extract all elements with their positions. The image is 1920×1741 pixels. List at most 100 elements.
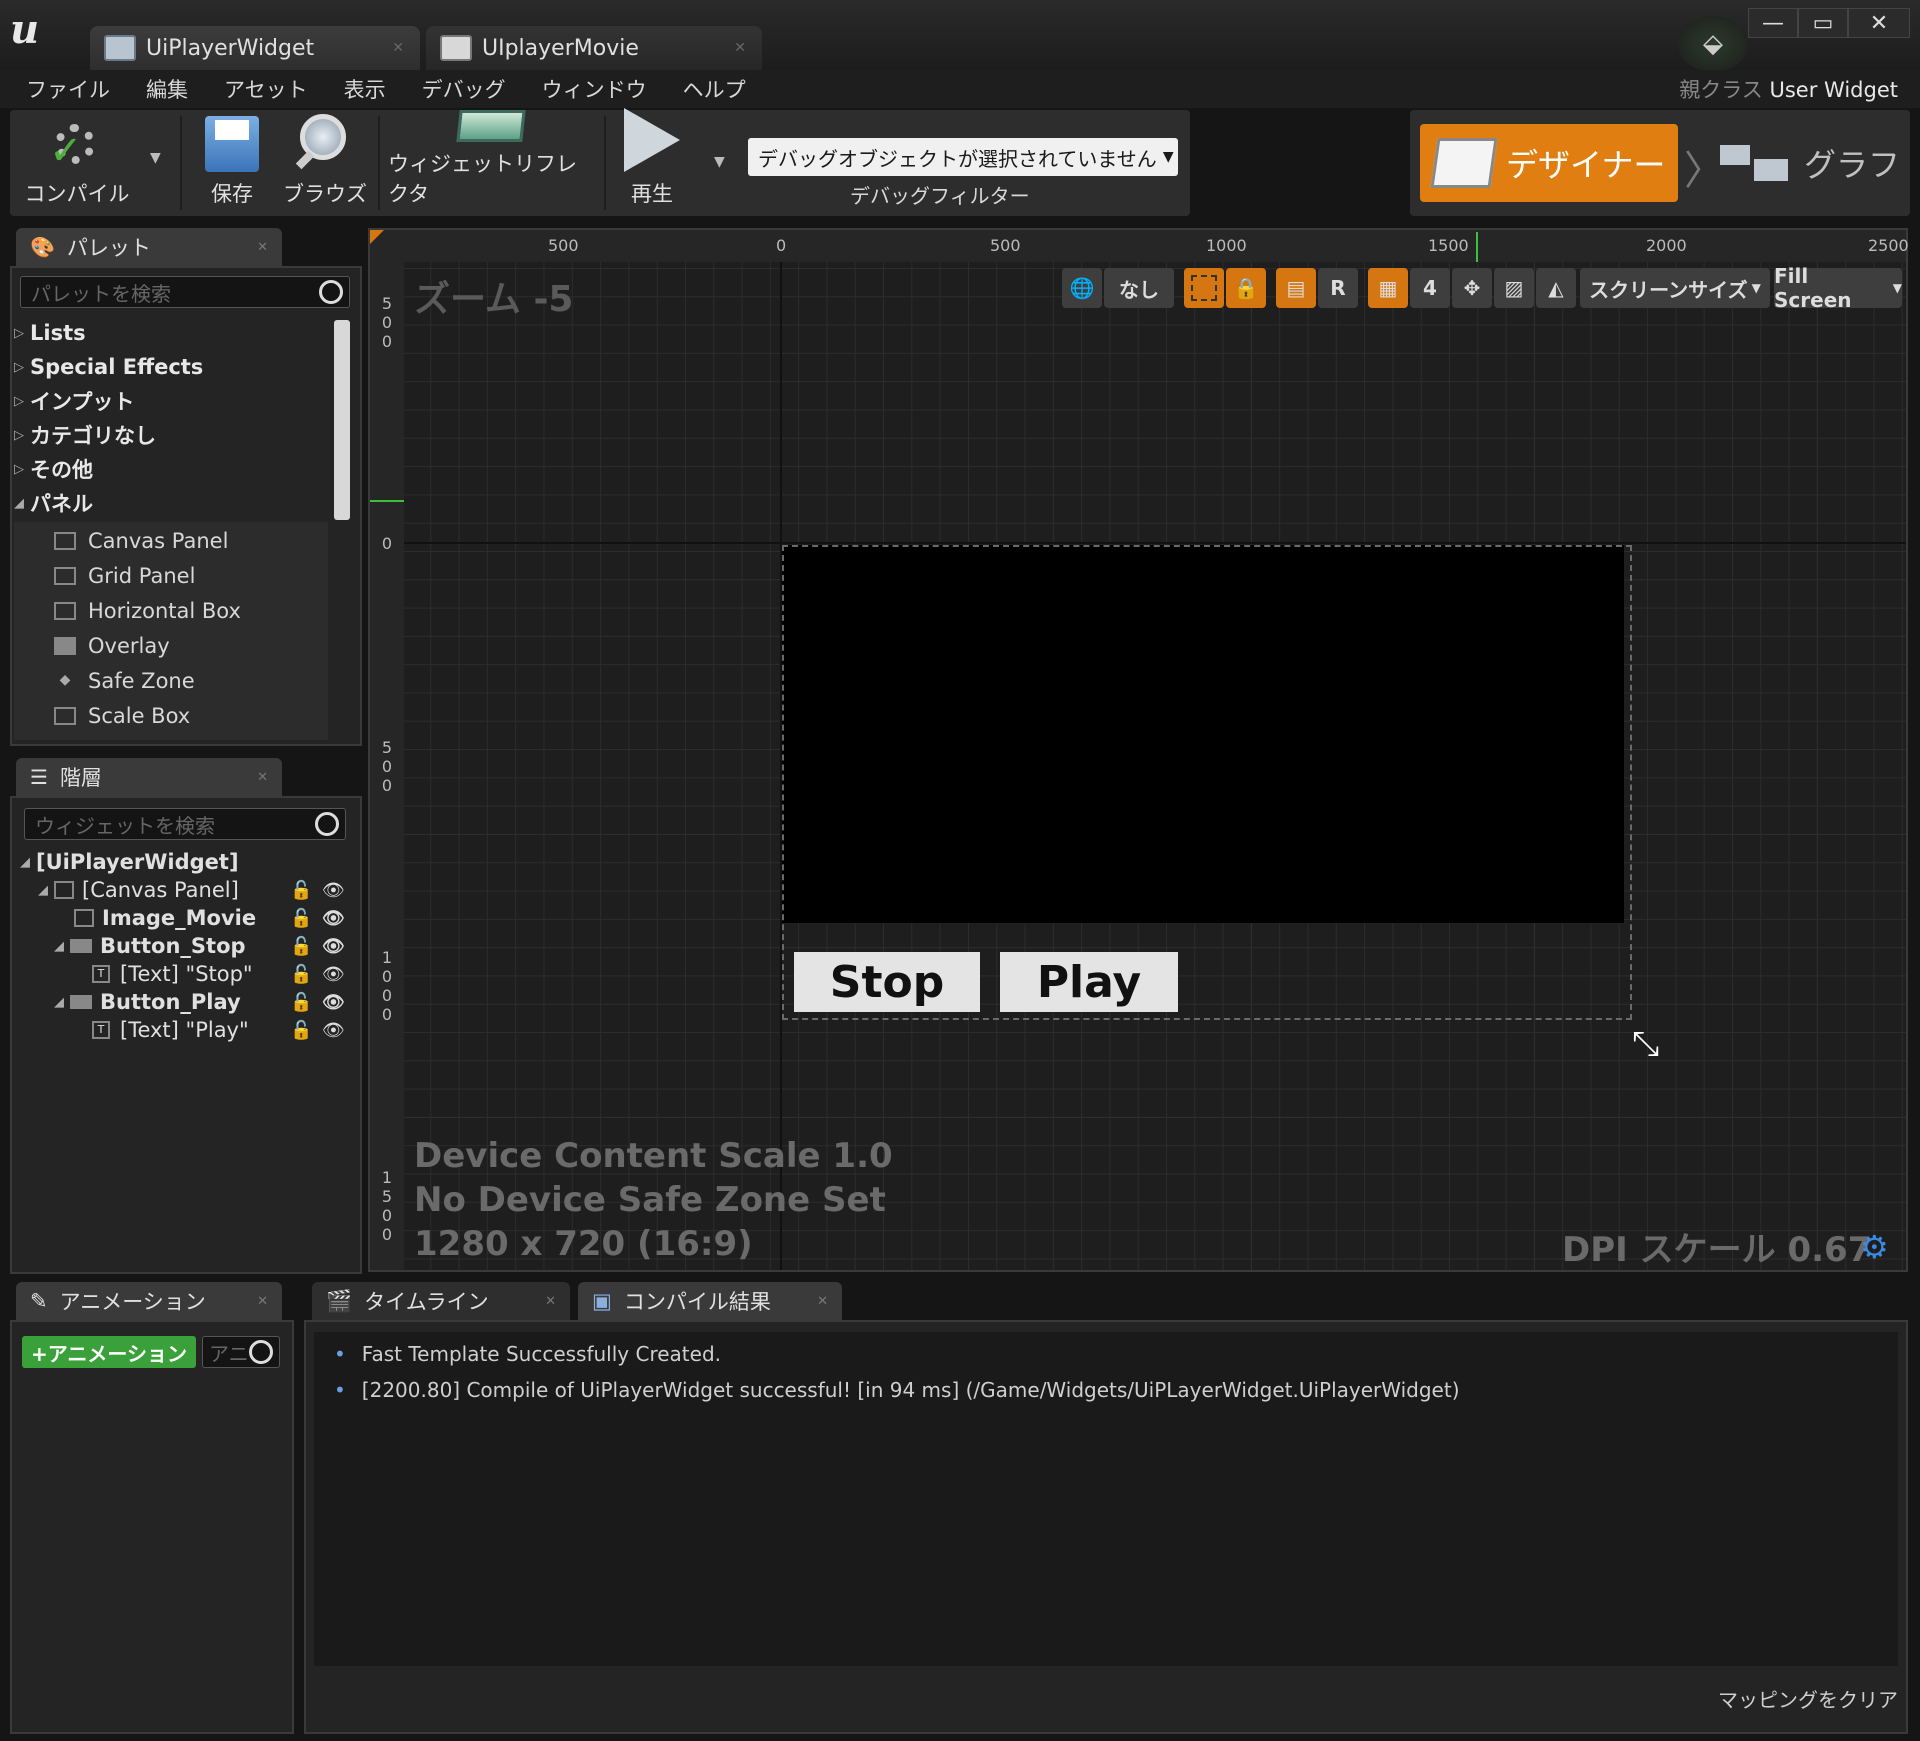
grid-snap-value[interactable]: 4: [1410, 268, 1450, 308]
text-icon: T: [92, 965, 110, 983]
close-icon[interactable]: ✕: [817, 1294, 828, 1309]
chevron-down-icon: ▼: [1751, 281, 1761, 295]
ruler-tick-label: 500: [548, 236, 579, 255]
eye-icon[interactable]: 👁: [322, 880, 345, 901]
eye-icon[interactable]: 👁: [322, 992, 345, 1013]
eye-icon[interactable]: 👁: [322, 1020, 345, 1041]
menu-help[interactable]: ヘルプ: [665, 74, 764, 104]
close-icon[interactable]: ✕: [257, 240, 268, 255]
close-icon[interactable]: ✕: [257, 1294, 268, 1309]
unlock-icon[interactable]: 🔓: [290, 992, 312, 1013]
palette-category-lists[interactable]: ▷ Lists: [14, 316, 86, 350]
close-icon[interactable]: ✕: [257, 770, 268, 785]
unlock-icon[interactable]: 🔓: [290, 936, 312, 957]
hierarchy-item-image-movie[interactable]: Image_Movie 🔓 👁: [74, 904, 360, 932]
palette-category-uncategorized[interactable]: ▷ カテゴリなし: [14, 418, 156, 452]
compile-button[interactable]: ✓ コンパイル: [22, 110, 132, 216]
source-control-icon[interactable]: ⬙: [1678, 16, 1748, 72]
browse-button[interactable]: ブラウズ: [282, 110, 368, 216]
eye-icon[interactable]: 👁: [322, 964, 345, 985]
palette-category-panel[interactable]: ◢ パネル: [14, 486, 93, 520]
chevron-down-icon: ▼: [1162, 149, 1174, 165]
minimize-button[interactable]: —: [1748, 8, 1798, 38]
save-button[interactable]: 保存: [192, 110, 272, 216]
palette-search-input[interactable]: パレットを検索: [20, 276, 350, 308]
search-icon: [315, 812, 339, 836]
palette-tab[interactable]: 🎨 パレット ✕: [16, 228, 282, 266]
eye-icon[interactable]: 👁: [322, 936, 345, 957]
hierarchy-item-button-play[interactable]: ◢ Button_Play 🔓 👁: [54, 988, 360, 1016]
eye-icon[interactable]: 👁: [322, 908, 345, 929]
graph-mode-button[interactable]: グラフ: [1720, 124, 1900, 202]
palette-category-special-effects[interactable]: ▷ Special Effects: [14, 350, 203, 384]
menu-asset[interactable]: アセット: [206, 74, 326, 104]
lock-icon[interactable]: 🔒: [1226, 268, 1266, 308]
palette-category-other[interactable]: ▷ その他: [14, 452, 93, 486]
add-animation-button[interactable]: +アニメーション: [22, 1336, 196, 1368]
play-button-preview[interactable]: Play: [1000, 952, 1178, 1012]
menu-view[interactable]: 表示: [326, 74, 404, 104]
menu-debug[interactable]: デバッグ: [404, 74, 524, 104]
palette-item-scale-box[interactable]: Scale Box: [54, 699, 190, 733]
ruler-left-label: 0: [381, 534, 393, 553]
widget-search-input[interactable]: ウィジェットを検索: [24, 808, 346, 840]
menu-file[interactable]: ファイル: [0, 74, 128, 104]
hierarchy-item-root[interactable]: ◢ [UiPlayerWidget]: [20, 848, 360, 876]
widget-reflector-button[interactable]: ウィジェットリフレクタ: [388, 110, 594, 216]
close-icon[interactable]: ✕: [734, 40, 746, 56]
ruler-tick-label: 0: [776, 236, 787, 255]
palette-category-input[interactable]: ▷ インプット: [14, 384, 134, 418]
unlock-icon[interactable]: 🔓: [290, 908, 312, 929]
close-icon[interactable]: ✕: [545, 1294, 556, 1309]
hierarchy-item-canvas-panel[interactable]: ◢ [Canvas Panel] 🔓 👁: [38, 876, 360, 904]
play-button[interactable]: 再生: [612, 108, 692, 216]
tab-uiplayermovie[interactable]: UIplayerMovie ✕: [426, 26, 762, 70]
menu-edit[interactable]: 編集: [128, 74, 206, 104]
timeline-tab[interactable]: 🎬 タイムライン ✕: [312, 1282, 570, 1320]
close-window-button[interactable]: ✕: [1848, 8, 1910, 38]
palette-item-canvas-panel[interactable]: Canvas Panel: [54, 524, 228, 558]
palette-scrollbar[interactable]: [334, 320, 350, 520]
respect-locks-icon[interactable]: ✥: [1452, 268, 1492, 308]
localization-preview-select[interactable]: なし: [1104, 268, 1174, 308]
play-options-chevron-icon[interactable]: ▼: [714, 154, 725, 170]
maximize-button[interactable]: ▭: [1798, 8, 1848, 38]
designer-mode-button[interactable]: デザイナー: [1420, 124, 1678, 202]
triangle-right-icon: ▷: [14, 393, 24, 409]
outline-toggle-icon[interactable]: [1184, 268, 1224, 308]
compiler-results-tab[interactable]: ▣ コンパイル結果 ✕: [578, 1282, 842, 1320]
palette-item-grid-panel[interactable]: Grid Panel: [54, 559, 195, 593]
globe-icon[interactable]: 🌐: [1062, 268, 1102, 308]
render-transform-toggle[interactable]: R: [1318, 268, 1358, 308]
unlock-icon[interactable]: 🔓: [290, 964, 312, 985]
close-icon[interactable]: ✕: [392, 40, 404, 56]
unlock-icon[interactable]: 🔓: [290, 880, 312, 901]
palette-item-safe-zone[interactable]: ◆ Safe Zone: [54, 664, 195, 698]
resize-handle-icon[interactable]: ⤡: [1632, 1024, 1659, 1064]
compiler-icon: ▣: [592, 1289, 612, 1313]
clear-mapping-button[interactable]: マッピングをクリア: [1718, 1684, 1898, 1713]
overlay-icon: [54, 637, 76, 655]
flip-icon[interactable]: ◭: [1536, 268, 1576, 308]
screen-size-select[interactable]: スクリーンサイズ ▼: [1580, 268, 1770, 308]
gear-icon[interactable]: ⚙: [1860, 1228, 1889, 1266]
ruler-corner-marker: [370, 230, 384, 244]
palette-item-horizontal-box[interactable]: Horizontal Box: [54, 594, 241, 628]
debug-object-select[interactable]: デバッグオブジェクトが選択されていません ▼: [748, 138, 1178, 176]
fill-screen-select[interactable]: Fill Screen ▼: [1774, 264, 1902, 312]
hierarchy-item-text-stop[interactable]: T [Text] "Stop" 🔓 👁: [92, 960, 360, 988]
background-image-icon[interactable]: ▨: [1494, 268, 1534, 308]
unlock-icon[interactable]: 🔓: [290, 1020, 312, 1041]
animations-tab[interactable]: ✎ アニメーション ✕: [16, 1282, 282, 1320]
stop-button-preview[interactable]: Stop: [794, 952, 980, 1012]
compile-options-chevron-icon[interactable]: ▼: [150, 150, 161, 166]
hierarchy-item-button-stop[interactable]: ◢ Button_Stop 🔓 👁: [54, 932, 360, 960]
grid-snap-icon[interactable]: ▦: [1368, 268, 1408, 308]
hierarchy-item-text-play[interactable]: T [Text] "Play" 🔓 👁: [92, 1016, 360, 1044]
animation-search-input[interactable]: アニ: [202, 1336, 280, 1368]
palette-item-overlay[interactable]: Overlay: [54, 629, 170, 663]
layout-transform-icon[interactable]: ▤: [1276, 268, 1316, 308]
hierarchy-tab[interactable]: ☰ 階層 ✕: [16, 758, 282, 796]
menu-window[interactable]: ウィンドウ: [524, 74, 665, 104]
tab-uiplayerwidget[interactable]: UiPlayerWidget ✕: [90, 26, 420, 70]
